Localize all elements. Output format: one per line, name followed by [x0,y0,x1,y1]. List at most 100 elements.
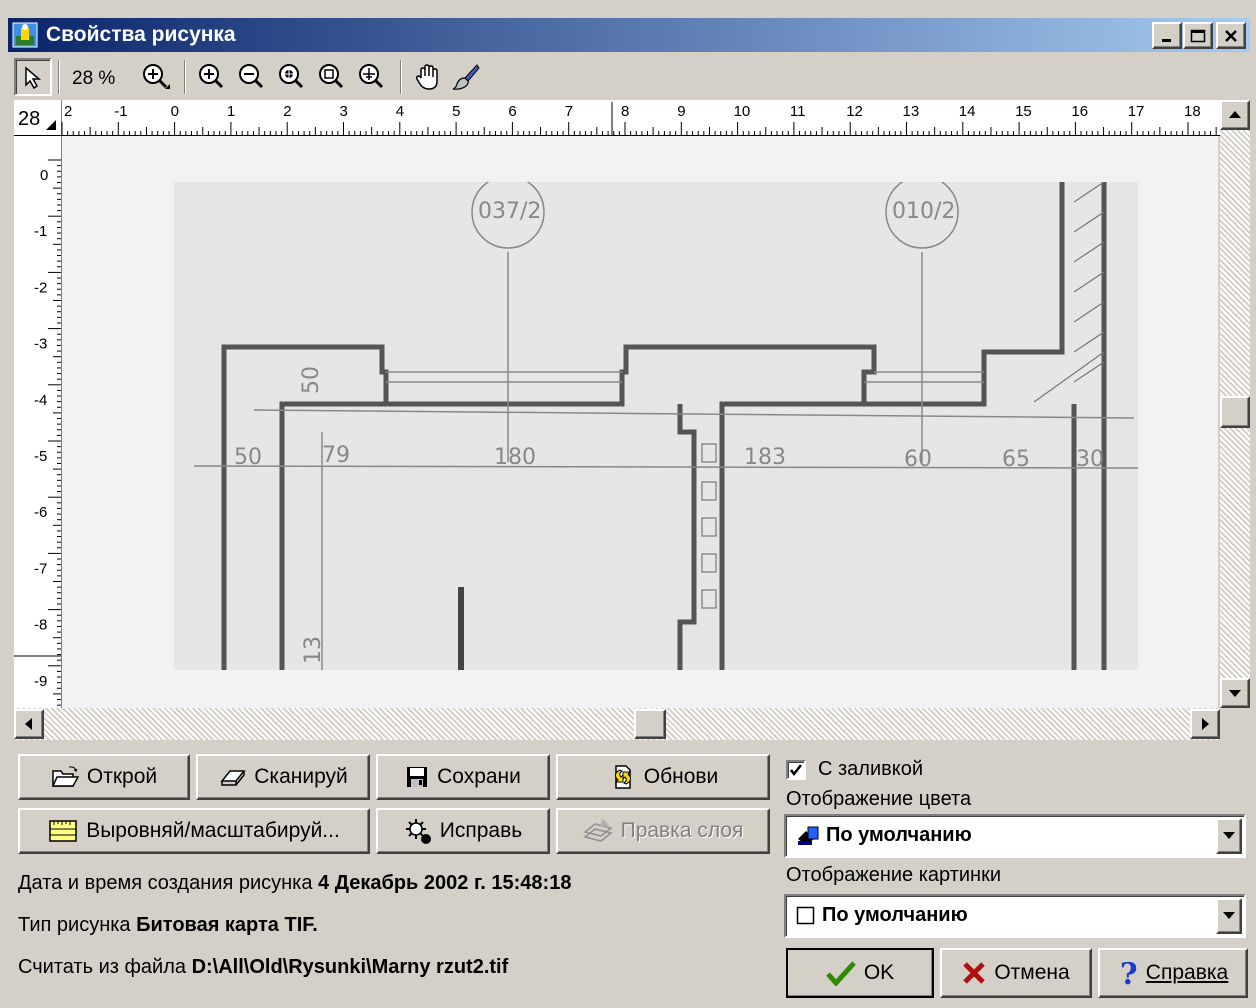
horizontal-scroll-thumb[interactable] [634,709,666,739]
refresh-button[interactable]: Обнови [556,754,770,800]
color-display-dropdown-button[interactable] [1216,818,1242,854]
vertical-scroll-thumb[interactable] [1220,396,1250,428]
save-button[interactable]: Сохрани [376,754,550,800]
picture-display-select[interactable]: По умолчанию [784,894,1246,938]
edit-layer-button-label: Правка слоя [620,819,744,842]
cancel-button[interactable]: Отмена [940,948,1092,998]
ruler-label: 7 [565,103,573,120]
ruler-label: -4 [34,392,47,409]
ruler-label: 6 [508,103,516,120]
ruler-label: 2 [64,103,72,120]
fix-button[interactable]: Исправь [376,808,550,854]
scroll-right-button[interactable] [1190,709,1220,739]
ruler-label: 12 [846,103,863,120]
align-scale-button[interactable]: Выровняй/масштабируй... [18,808,370,854]
zoom-fit-button[interactable] [314,58,350,96]
scan-button[interactable]: Сканируй [196,754,370,800]
scroll-down-button[interactable] [1220,678,1250,708]
picture-display-dropdown-button[interactable] [1216,898,1242,934]
ruler-label: 0 [40,167,48,184]
open-folder-icon [51,766,79,787]
dim-label: 50 [234,445,262,470]
zoom-window-icon [279,64,304,89]
ok-button[interactable]: OK [786,948,934,998]
horizontal-scrollbar[interactable] [14,708,1220,740]
ruler-label: 17 [1128,103,1145,120]
pan-hand-icon [415,64,438,90]
zoom-out-button[interactable] [234,58,270,96]
select-tool-button[interactable] [14,58,52,96]
file-label: Считать из файла [18,956,187,978]
cancel-x-icon [963,962,986,984]
app-icon [12,22,38,48]
zoom-all-button[interactable] [354,58,390,96]
ruler-label: 13 [903,103,920,120]
minimize-button[interactable] [1152,22,1182,49]
picture-display-label: Отображение картинки [786,864,1002,886]
fill-label: С заливкой [818,758,924,780]
color-display-label: Отображение цвета [786,788,972,810]
ruler-label: -7 [34,560,47,577]
ruler-label: 2 [283,103,291,120]
pan-button[interactable] [410,58,446,96]
ruler-label: 1 [227,103,235,120]
dim-label: 13 [301,636,326,664]
created-value: 4 Декабрь 2002 г. 15:48:18 [318,872,572,894]
color-display-value: По умолчанию [826,824,972,846]
ruler-label: 10 [734,103,751,120]
zoom-in-button[interactable] [194,58,230,96]
brush-button[interactable] [448,58,484,96]
file-value: D:\All\Old\Rysunki\Marny rzut2.tif [191,956,509,978]
type-value: Битовая карта TIF. [136,914,318,936]
ruler-label: 0 [171,103,179,120]
scrollbar-corner [1220,708,1250,740]
refresh-icon [614,765,631,789]
refresh-button-label: Обнови [643,765,719,788]
ruler-label: -9 [34,673,47,690]
image-canvas[interactable]: 037/2 010/2 50 79 180 183 60 65 30 50 13 [62,136,1218,708]
horizontal-ruler: 28 2 -1 0 1 2 3 4 5 6 7 8 9 10 11 12 13 14 15 16 17 18 [14,100,1220,136]
ruler-label: 16 [1071,103,1088,120]
ruler-scale-icon [49,820,77,842]
edit-layer-button[interactable]: Правка слоя [556,808,770,854]
color-display-select[interactable]: По умолчанию [784,814,1246,858]
zoom-tool-button[interactable] [138,58,174,96]
ruler-label: 11 [790,103,806,120]
floor-plan-image: 037/2 010/2 50 79 180 183 60 65 30 50 13 [193,175,1139,670]
vertical-scrollbar[interactable] [1220,100,1250,708]
open-button-label: Открой [86,765,158,788]
arrow-left-icon [25,718,32,730]
scroll-up-button[interactable] [1220,100,1250,130]
color-fill-icon [798,826,819,845]
open-button[interactable]: Открой [18,754,190,800]
maximize-icon [1190,29,1206,42]
checkmark-green-icon [825,961,856,986]
zoom-in-icon [199,64,224,89]
close-button[interactable] [1216,22,1246,49]
file-info: Считать из файла D:\All\Old\Rysunki\Marn… [18,956,508,979]
vertical-ruler: 0 -1 -2 -3 -4 -5 -6 -7 -8 -9 [14,136,62,708]
ruler-label: 15 [1015,103,1032,120]
brush-icon [452,64,480,90]
ruler-label: 18 [1184,103,1201,120]
zoom-window-button[interactable] [274,58,310,96]
window-title: Свойства рисунка [46,23,236,46]
ruler-label: 14 [959,103,976,120]
ruler-label: 5 [452,103,460,120]
scroll-left-button[interactable] [14,709,44,739]
fix-gear-icon [405,819,431,844]
save-button-label: Сохрани [437,765,521,788]
scanned-drawing: 037/2 010/2 50 79 180 183 60 65 30 50 13 [174,175,1139,670]
select-arrow-icon [25,66,42,89]
ruler-label: -6 [34,504,47,521]
ruler-label: -1 [34,223,47,240]
chevron-down-icon [1223,832,1235,839]
zoom-level: 28 % [72,68,116,89]
circle-label-1: 037/2 [478,199,541,224]
dim-label: 79 [322,443,350,468]
floppy-disk-icon [407,767,428,787]
fill-checkbox[interactable] [786,760,806,780]
help-button[interactable]: ? Справка [1098,948,1248,998]
maximize-button[interactable] [1183,22,1213,49]
cancel-button-label: Отмена [994,961,1070,984]
